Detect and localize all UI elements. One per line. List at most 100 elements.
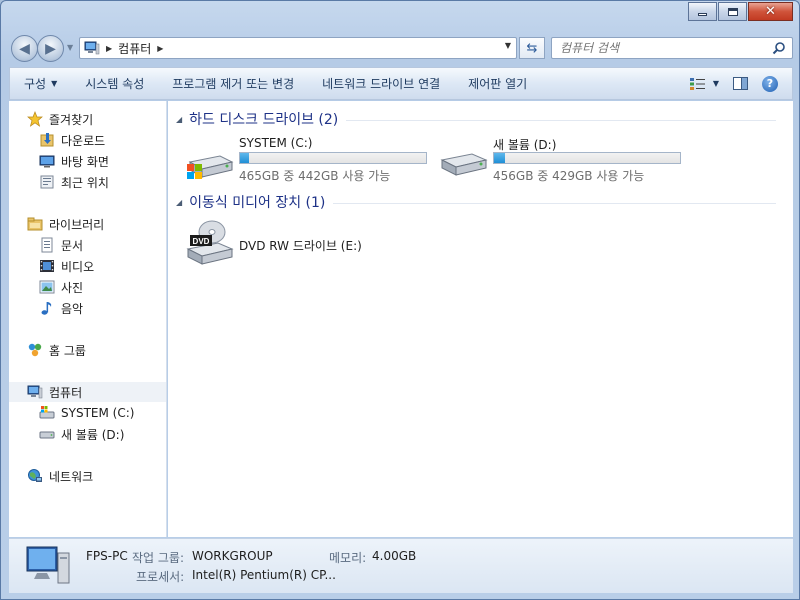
drive-name: DVD RW 드라이브 (E:) — [239, 239, 362, 253]
drive-free-space: 465GB 중 442GB 사용 가능 — [239, 169, 391, 183]
sidebar-item-documents[interactable]: 문서 — [39, 235, 83, 255]
search-box[interactable] — [551, 37, 793, 59]
forward-arrow-icon: ▶ — [45, 40, 56, 57]
sidebar-item-label: 새 볼륨 (D:) — [61, 427, 125, 442]
open-control-panel-label: 제어판 열기 — [468, 77, 528, 91]
breadcrumb-separator-icon[interactable]: ▶ — [106, 44, 112, 53]
address-dropdown-icon[interactable]: ▼ — [505, 41, 511, 50]
organize-button[interactable]: 구성 ▼ — [10, 67, 71, 100]
close-icon: ✕ — [765, 4, 776, 19]
maximize-button[interactable] — [718, 2, 747, 21]
removable-media-group-title: 이동식 미디어 장치 (1) — [189, 195, 326, 211]
system-properties-label: 시스템 속성 — [85, 77, 145, 91]
computer-icon — [27, 385, 43, 399]
map-network-drive-button[interactable]: 네트워크 드라이브 연결 — [308, 67, 454, 100]
hard-disk-group-title: 하드 디스크 드라이브 (2) — [189, 112, 339, 128]
sidebar-item-label: 컴퓨터 — [49, 385, 83, 400]
uninstall-program-label: 프로그램 제거 또는 변경 — [172, 77, 295, 91]
drive-free-space: 456GB 중 429GB 사용 가능 — [493, 169, 645, 183]
content-pane: ◢ 하드 디스크 드라이브 (2) SYSTEM (C:) 465GB 중 44… — [168, 101, 793, 537]
maximize-icon — [727, 7, 738, 16]
sidebar-item-recent-places[interactable]: 최근 위치 — [39, 172, 109, 192]
sidebar-item-drive-d[interactable]: 새 볼륨 (D:) — [39, 424, 124, 444]
sidebar-item-libraries[interactable]: 라이브러리 — [27, 214, 104, 234]
refresh-button[interactable]: ⇆ — [519, 37, 545, 59]
back-button[interactable]: ◀ — [11, 35, 38, 62]
workgroup-value: WORKGROUP — [192, 549, 273, 563]
address-row: ◀ ▶ ▼ ▶ 컴퓨터 ▶ ▼ ⇆ — [1, 33, 800, 63]
removable-media-group-header[interactable]: ◢ 이동식 미디어 장치 (1) — [176, 192, 776, 212]
close-button[interactable]: ✕ — [748, 2, 793, 21]
breadcrumb-computer[interactable]: 컴퓨터 — [118, 40, 151, 57]
star-icon — [27, 111, 43, 127]
explorer-window: ✕ ◀ ▶ ▼ ▶ 컴퓨터 ▶ ▼ ⇆ 컴퓨터 검색 구성 ▼ 시스템 속성 프… — [0, 0, 800, 600]
change-view-button[interactable]: ▼ — [689, 77, 719, 91]
film-icon — [40, 260, 54, 272]
collapse-arrow-icon: ◢ — [176, 197, 183, 207]
command-bar-right: ▼ ? — [689, 75, 792, 92]
sidebar-item-pictures[interactable]: 사진 — [39, 277, 83, 297]
sidebar-item-label: 다운로드 — [61, 133, 106, 148]
navigation-pane: 즐겨찾기 다운로드 바탕 화면 최근 위치 라이브러리 문서 비디오 사진 음악… — [9, 101, 167, 537]
view-list-icon — [689, 77, 705, 90]
forward-button[interactable]: ▶ — [37, 35, 64, 62]
workgroup-label: 작업 그룹: — [132, 551, 185, 565]
details-pane: FPS-PC 작업 그룹: WORKGROUP 메모리: 4.00GB 프로세서… — [9, 538, 793, 593]
drive-icon — [440, 153, 488, 176]
sidebar-item-label: 즐겨찾기 — [49, 112, 94, 127]
back-arrow-icon: ◀ — [19, 40, 30, 57]
sidebar-item-label: 사진 — [61, 280, 84, 295]
hard-disk-group-header[interactable]: ◢ 하드 디스크 드라이브 (2) — [176, 109, 776, 129]
sidebar-item-favorites[interactable]: 즐겨찾기 — [27, 109, 93, 129]
processor-label: 프로세서: — [136, 570, 185, 584]
sidebar-item-label: 바탕 화면 — [61, 154, 109, 169]
system-properties-button[interactable]: 시스템 속성 — [71, 67, 158, 100]
dvd-drive-tile[interactable]: DVD DVD RW 드라이브 (E:) — [186, 219, 386, 269]
recent-pages-dropdown-icon[interactable]: ▼ — [67, 43, 73, 52]
group-divider — [333, 202, 776, 204]
sidebar-item-label: 최근 위치 — [61, 175, 109, 190]
sidebar-item-label: 문서 — [61, 238, 84, 253]
picture-icon — [39, 280, 55, 294]
uninstall-program-button[interactable]: 프로그램 제거 또는 변경 — [158, 67, 308, 100]
desktop-icon — [39, 155, 55, 168]
memory-value: 4.00GB — [372, 549, 417, 563]
minimize-button[interactable] — [688, 2, 717, 21]
library-icon — [27, 217, 43, 231]
drive-name: 새 볼륨 (D:) — [493, 138, 557, 152]
sidebar-item-label: 라이브러리 — [49, 217, 105, 232]
sidebar-item-videos[interactable]: 비디오 — [39, 256, 94, 276]
sidebar-item-label: SYSTEM (C:) — [61, 406, 135, 420]
open-control-panel-button[interactable]: 제어판 열기 — [454, 67, 541, 100]
breadcrumb-separator-icon[interactable]: ▶ — [157, 44, 163, 53]
drive-name: SYSTEM (C:) — [239, 136, 313, 150]
sidebar-item-downloads[interactable]: 다운로드 — [39, 130, 105, 150]
computer-name: FPS-PC — [86, 549, 128, 563]
sidebar-item-computer[interactable]: 컴퓨터 — [9, 382, 166, 402]
dvd-badge: DVD — [193, 237, 210, 246]
drive-c-tile[interactable]: SYSTEM (C:) 465GB 중 442GB 사용 가능 — [186, 136, 436, 186]
sidebar-item-music[interactable]: 음악 — [39, 298, 83, 318]
drive-d-tile[interactable]: 새 볼륨 (D:) 456GB 중 429GB 사용 가능 — [440, 136, 690, 186]
collapse-arrow-icon: ◢ — [176, 114, 183, 124]
sidebar-item-desktop[interactable]: 바탕 화면 — [39, 151, 109, 171]
search-input[interactable] — [560, 41, 760, 55]
recent-places-icon — [40, 175, 54, 189]
organize-label: 구성 — [24, 77, 47, 91]
command-bar: 구성 ▼ 시스템 속성 프로그램 제거 또는 변경 네트워크 드라이브 연결 제어… — [9, 67, 793, 100]
downloads-folder-icon — [40, 133, 54, 147]
drive-icon — [39, 431, 55, 439]
preview-pane-button[interactable] — [733, 77, 748, 90]
chevron-down-icon: ▼ — [51, 79, 58, 88]
sidebar-item-homegroup[interactable]: 홈 그룹 — [27, 340, 86, 360]
sidebar-item-drive-c[interactable]: SYSTEM (C:) — [39, 403, 134, 423]
help-icon[interactable]: ? — [762, 75, 778, 92]
memory-label: 메모리: — [329, 551, 367, 565]
sidebar-item-network[interactable]: 네트워크 — [27, 466, 93, 486]
sidebar-item-label: 홈 그룹 — [49, 343, 86, 358]
search-icon — [772, 42, 785, 55]
homegroup-icon — [28, 343, 42, 357]
address-bar[interactable]: ▶ 컴퓨터 ▶ ▼ — [79, 37, 517, 59]
drive-usage-fill — [240, 153, 250, 163]
drive-usage-fill — [494, 153, 506, 163]
